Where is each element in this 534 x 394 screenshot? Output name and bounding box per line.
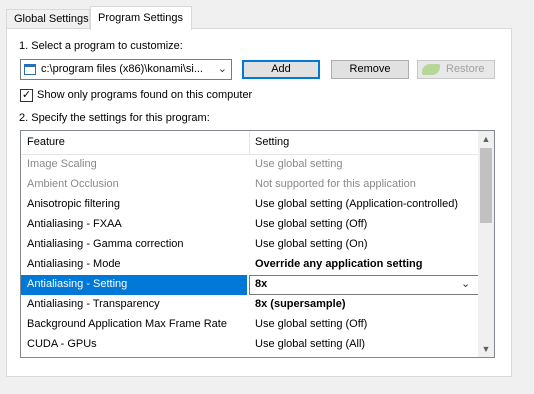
setting-cell: Override any application setting [255, 258, 423, 270]
chevron-down-icon[interactable]: ⌄ [218, 62, 227, 75]
scrollbar-thumb[interactable] [480, 148, 492, 223]
table-row[interactable]: Anisotropic filtering Use global setting… [21, 195, 480, 215]
vertical-scrollbar[interactable]: ▲ ▼ [478, 131, 494, 357]
column-header-setting[interactable]: Setting [255, 136, 289, 148]
program-select-value: c:\program files (x86)\konami\si... [41, 63, 203, 75]
scroll-down-icon[interactable]: ▼ [478, 341, 494, 357]
column-header-feature[interactable]: Feature [27, 136, 65, 148]
setting-cell: Use global setting (Off) [255, 318, 368, 330]
settings-list: Feature Setting Image Scaling Use global… [20, 130, 495, 358]
tab-program-settings[interactable]: Program Settings [90, 6, 192, 30]
feature-cell: Ambient Occlusion [27, 178, 119, 190]
table-row[interactable]: Ambient Occlusion Not supported for this… [21, 175, 480, 195]
feature-cell: Image Scaling [27, 158, 97, 170]
feature-cell: Antialiasing - FXAA [27, 218, 122, 230]
chevron-down-icon[interactable]: ⌄ [461, 277, 470, 290]
checkmark-icon: ✓ [21, 89, 32, 101]
setting-cell: 8x (supersample) [255, 298, 346, 310]
setting-cell: Use global setting (On) [255, 238, 368, 250]
table-row[interactable]: CUDA - GPUs Use global setting (All) [21, 335, 480, 355]
table-row[interactable]: Antialiasing - Transparency 8x (supersam… [21, 295, 480, 315]
setting-dropdown-value: 8x [255, 278, 268, 290]
table-row[interactable]: Background Application Max Frame Rate Us… [21, 315, 480, 335]
setting-cell: Use global setting [255, 158, 343, 170]
table-row[interactable]: Antialiasing - Gamma correction Use glob… [21, 235, 480, 255]
table-row[interactable]: Antialiasing - FXAA Use global setting (… [21, 215, 480, 235]
step1-label: 1. Select a program to customize: [19, 40, 183, 52]
feature-cell: Antialiasing - Mode [27, 258, 121, 270]
setting-dropdown[interactable] [249, 275, 480, 295]
setting-cell: Use global setting (All) [255, 338, 366, 350]
table-row[interactable]: Antialiasing - Mode Override any applica… [21, 255, 480, 275]
add-button[interactable]: Add [242, 60, 320, 79]
program-select[interactable]: c:\program files (x86)\konami\si... ⌄ [20, 59, 232, 80]
table-row-selected[interactable]: Antialiasing - Setting 8x ⌄ [21, 275, 480, 295]
restore-label: Restore [446, 63, 485, 75]
step2-label: 2. Specify the settings for this program… [19, 112, 210, 124]
column-separator[interactable] [249, 131, 250, 155]
list-header: Feature Setting [21, 131, 480, 155]
setting-cell: Use global setting (Application-controll… [255, 198, 458, 210]
feature-cell: CUDA - GPUs [27, 338, 97, 350]
program-settings-panel: 1. Select a program to customize: c:\pro… [6, 28, 512, 377]
setting-cell: Use global setting (Off) [255, 218, 368, 230]
scroll-up-icon[interactable]: ▲ [478, 131, 494, 147]
feature-cell: Background Application Max Frame Rate [27, 318, 227, 330]
window-icon [24, 64, 36, 75]
setting-cell: Not supported for this application [255, 178, 416, 190]
feature-cell: Antialiasing - Gamma correction [27, 238, 184, 250]
tab-global-settings[interactable]: Global Settings [6, 9, 90, 30]
nvidia-logo-icon [422, 64, 440, 75]
feature-cell: Anisotropic filtering [27, 198, 120, 210]
remove-button[interactable]: Remove [331, 60, 409, 79]
feature-cell: Antialiasing - Setting [27, 278, 128, 290]
feature-cell: Antialiasing - Transparency [27, 298, 160, 310]
table-row[interactable]: Image Scaling Use global setting [21, 155, 480, 175]
show-only-label[interactable]: Show only programs found on this compute… [37, 89, 252, 101]
show-only-checkbox[interactable]: ✓ [20, 89, 33, 102]
restore-button[interactable]: Restore [417, 60, 495, 79]
